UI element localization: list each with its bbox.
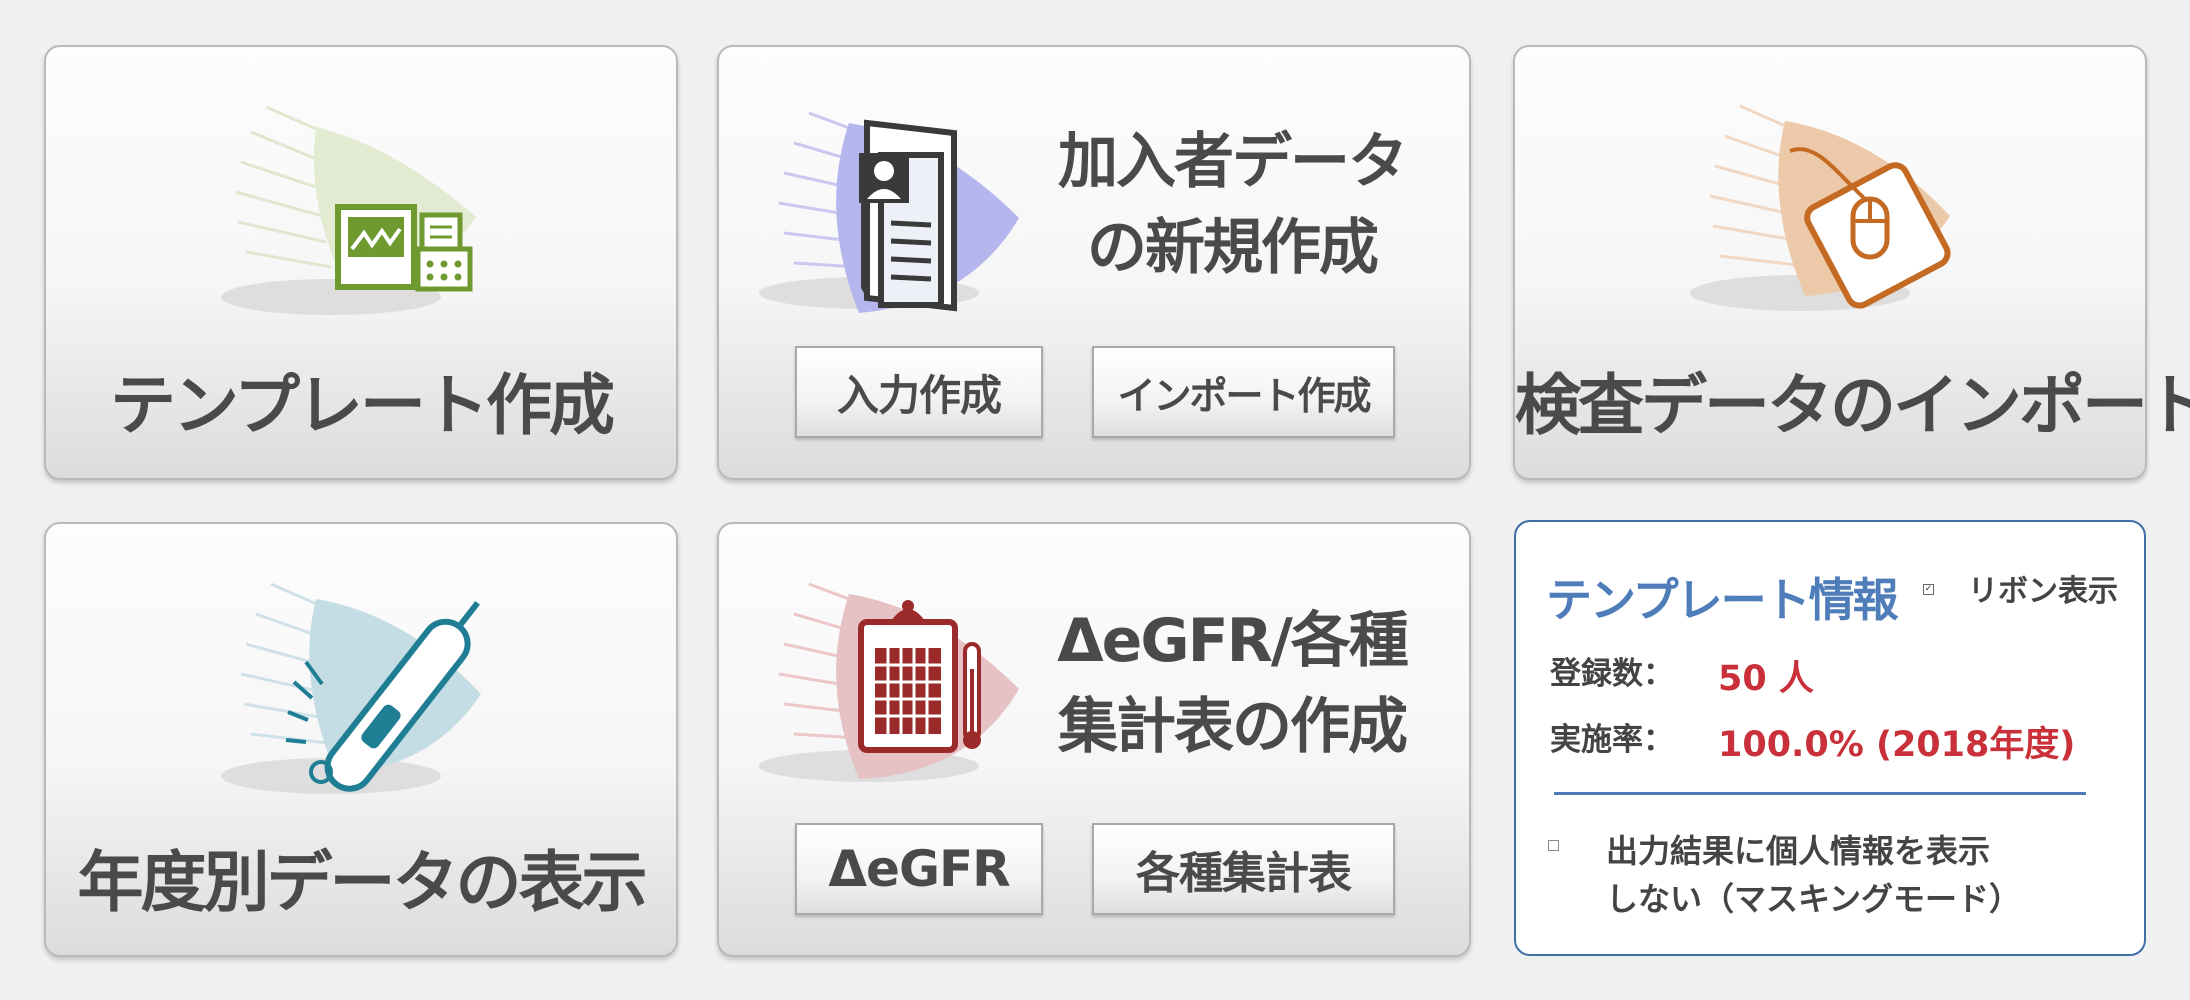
rate-label: 実施率： bbox=[1550, 722, 1674, 758]
member-document-icon bbox=[759, 111, 1019, 313]
summary-table-button[interactable]: 各種集計表 bbox=[1092, 823, 1395, 915]
masking-label-line1: 出力結果に個人情報を表示 bbox=[1606, 832, 1991, 870]
ribbon-checkbox-label[interactable]: リボン表示 bbox=[1968, 566, 2118, 610]
template-info-title: テンプレート情報 bbox=[1546, 573, 1899, 627]
thermometer-icon bbox=[221, 582, 481, 794]
template-info-panel: テンプレート情報 ✓ リボン表示 登録数： 50 人 実施率： 100.0% (… bbox=[1514, 520, 2146, 956]
factory-screen-icon bbox=[221, 105, 476, 315]
exam-import-tile[interactable]: 検査データのインポート bbox=[1513, 45, 2190, 480]
egfr-title-line2: 集計表の作成 bbox=[1058, 692, 1408, 762]
mouse-pad-icon bbox=[1690, 104, 1951, 311]
egfr-title-line1: ΔeGFR/各種 bbox=[1057, 606, 1408, 676]
template-create-label: テンプレート作成 bbox=[109, 367, 615, 444]
template-create-tile[interactable]: テンプレート作成 bbox=[44, 45, 678, 480]
masking-mode-label[interactable]: 出力結果に個人情報を表示 しない（マスキングモード） bbox=[1606, 827, 2021, 923]
yearly-view-tile[interactable]: 年度別データの表示 bbox=[44, 522, 678, 957]
member-data-title-line2: の新規作成 bbox=[1087, 213, 1379, 283]
rate-value: 100.0% (2018年度) bbox=[1718, 725, 2076, 765]
info-divider bbox=[1554, 792, 2086, 795]
member-data-title-line1: 加入者データ bbox=[1058, 127, 1408, 197]
egfr-button[interactable]: ΔeGFR bbox=[795, 823, 1043, 915]
egfr-tile: ΔeGFR/各種 集計表の作成 ΔeGFR 各種集計表 bbox=[717, 522, 1471, 957]
masking-label-line2: しない（マスキングモード） bbox=[1606, 880, 2022, 918]
input-create-button[interactable]: 入力作成 bbox=[795, 346, 1043, 438]
yearly-view-label: 年度別データの表示 bbox=[77, 844, 648, 921]
registered-count-label: 登録数： bbox=[1550, 656, 1674, 692]
member-data-tile: 加入者データ の新規作成 入力作成 インポート作成 bbox=[717, 45, 1471, 480]
import-create-button[interactable]: インポート作成 bbox=[1092, 346, 1395, 438]
ribbon-checkbox[interactable]: ✓ bbox=[1923, 584, 1934, 595]
exam-import-label: 検査データのインポート bbox=[1515, 367, 2190, 444]
masking-checkbox[interactable] bbox=[1548, 840, 1559, 851]
clipboard-calendar-icon bbox=[759, 582, 1019, 782]
registered-count-value: 50 人 bbox=[1718, 659, 1814, 699]
